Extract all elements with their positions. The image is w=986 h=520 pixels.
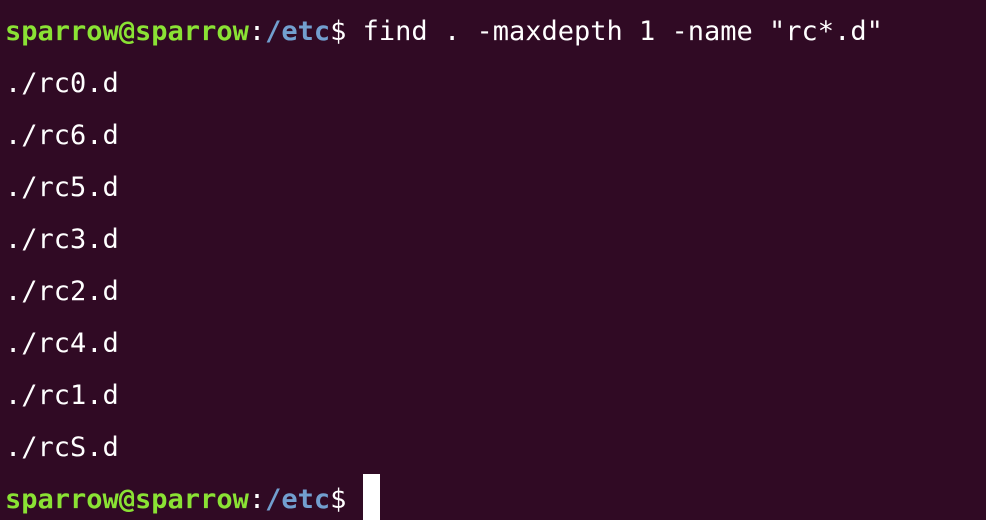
active-prompt-line[interactable]: sparrow@sparrow:/etc$	[5, 474, 381, 520]
terminal-window[interactable]: sparrow@sparrow:/etc$ find . -maxdepth 1…	[0, 0, 986, 520]
output-line: ./rc3.d	[5, 224, 119, 255]
prompt-separator: :	[248, 16, 266, 47]
command-text: find . -maxdepth 1 -name "rc*.d"	[346, 16, 883, 47]
command-line: sparrow@sparrow:/etc$ find . -maxdepth 1…	[5, 6, 883, 58]
prompt-separator: :	[248, 484, 266, 515]
text-cursor[interactable]	[363, 474, 381, 520]
prompt-cwd: /etc	[265, 16, 331, 47]
output-line: ./rc1.d	[5, 380, 119, 411]
output-line: ./rc2.d	[5, 276, 119, 307]
prompt-user-host: sparrow@sparrow	[5, 16, 249, 47]
output-line: ./rc0.d	[5, 68, 119, 99]
output-line: ./rc5.d	[5, 172, 119, 203]
prompt-symbol: $	[330, 16, 347, 47]
output-line: ./rc4.d	[5, 328, 119, 359]
prompt-symbol: $	[330, 484, 347, 515]
prompt-cwd: /etc	[265, 484, 331, 515]
output-line: ./rcS.d	[5, 432, 119, 463]
prompt-user-host: sparrow@sparrow	[5, 484, 249, 515]
output-line: ./rc6.d	[5, 120, 119, 151]
